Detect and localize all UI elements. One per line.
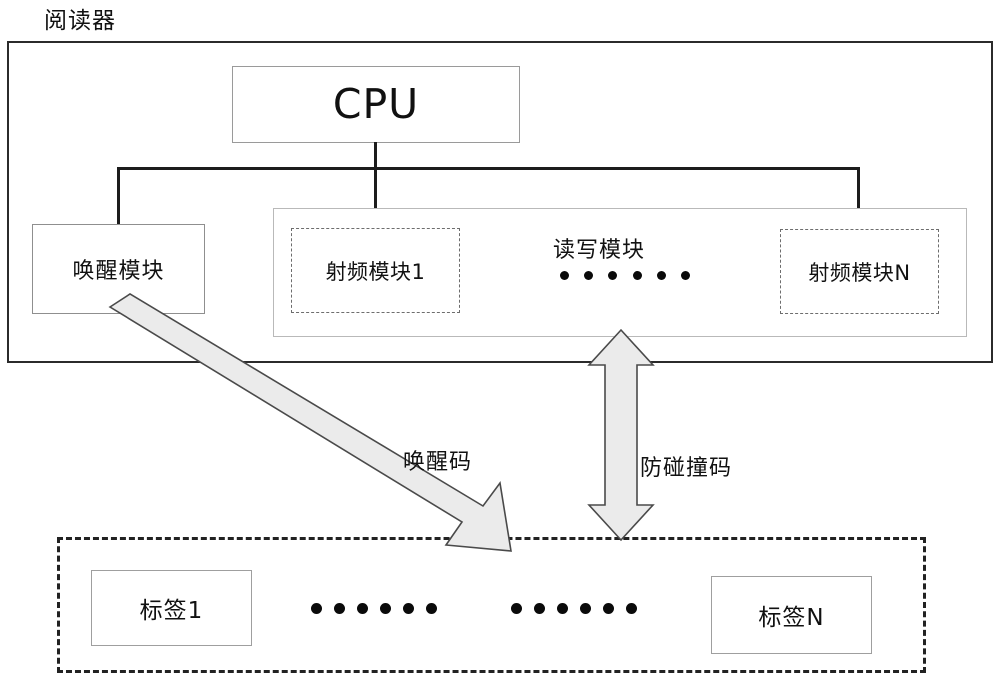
ellipsis-dot xyxy=(357,602,368,614)
wake-module-vertical-connector xyxy=(117,167,120,225)
ellipsis-dot xyxy=(680,270,690,280)
ellipsis-dot xyxy=(580,602,591,614)
ellipsis-dot xyxy=(584,270,594,280)
tag-1-label: 标签1 xyxy=(139,598,204,624)
rf-module-1-label: 射频模块1 xyxy=(325,259,426,284)
tag-n-block: 标签N xyxy=(711,576,872,654)
ellipsis-dot xyxy=(334,602,345,614)
ellipsis-dot xyxy=(608,270,618,280)
tags-ellipsis-group-b xyxy=(511,601,637,615)
wake-module-label: 唤醒模块 xyxy=(72,259,165,284)
ellipsis-dot xyxy=(560,270,569,280)
horizontal-bus-line xyxy=(117,167,860,170)
ellipsis-dot xyxy=(426,602,437,614)
rf-module-n-block: 射频模块N xyxy=(780,229,939,314)
tags-ellipsis-group-a xyxy=(311,601,437,615)
diagram-canvas: 阅读器 CPU 唤醒模块 读写模块 射频模块1 射频模块N 标签1 标签N 唤醒… xyxy=(0,0,1000,686)
rf-module-1-block: 射频模块1 xyxy=(291,228,460,313)
ellipsis-dot xyxy=(557,602,568,614)
page-title: 阅读器 xyxy=(44,8,116,34)
wake-code-arrow-label: 唤醒码 xyxy=(403,450,473,475)
cpu-block: CPU xyxy=(232,66,520,143)
read-write-module-label: 读写模块 xyxy=(553,238,646,263)
cpu-label: CPU xyxy=(332,80,420,128)
read-write-module-ellipsis xyxy=(560,268,690,282)
ellipsis-dot xyxy=(380,602,391,614)
anti-collision-code-arrow-label: 防碰撞码 xyxy=(640,456,733,481)
rf-module-n-label: 射频模块N xyxy=(808,260,911,285)
wake-module-block: 唤醒模块 xyxy=(32,224,205,314)
ellipsis-dot xyxy=(311,602,322,614)
tag-n-label: 标签N xyxy=(758,605,825,631)
tag-1-block: 标签1 xyxy=(91,570,252,646)
ellipsis-dot xyxy=(511,602,522,614)
ellipsis-dot xyxy=(632,270,642,280)
ellipsis-dot xyxy=(656,270,666,280)
ellipsis-dot xyxy=(603,602,614,614)
ellipsis-dot xyxy=(403,602,414,614)
ellipsis-dot xyxy=(534,602,545,614)
ellipsis-dot xyxy=(626,602,637,614)
